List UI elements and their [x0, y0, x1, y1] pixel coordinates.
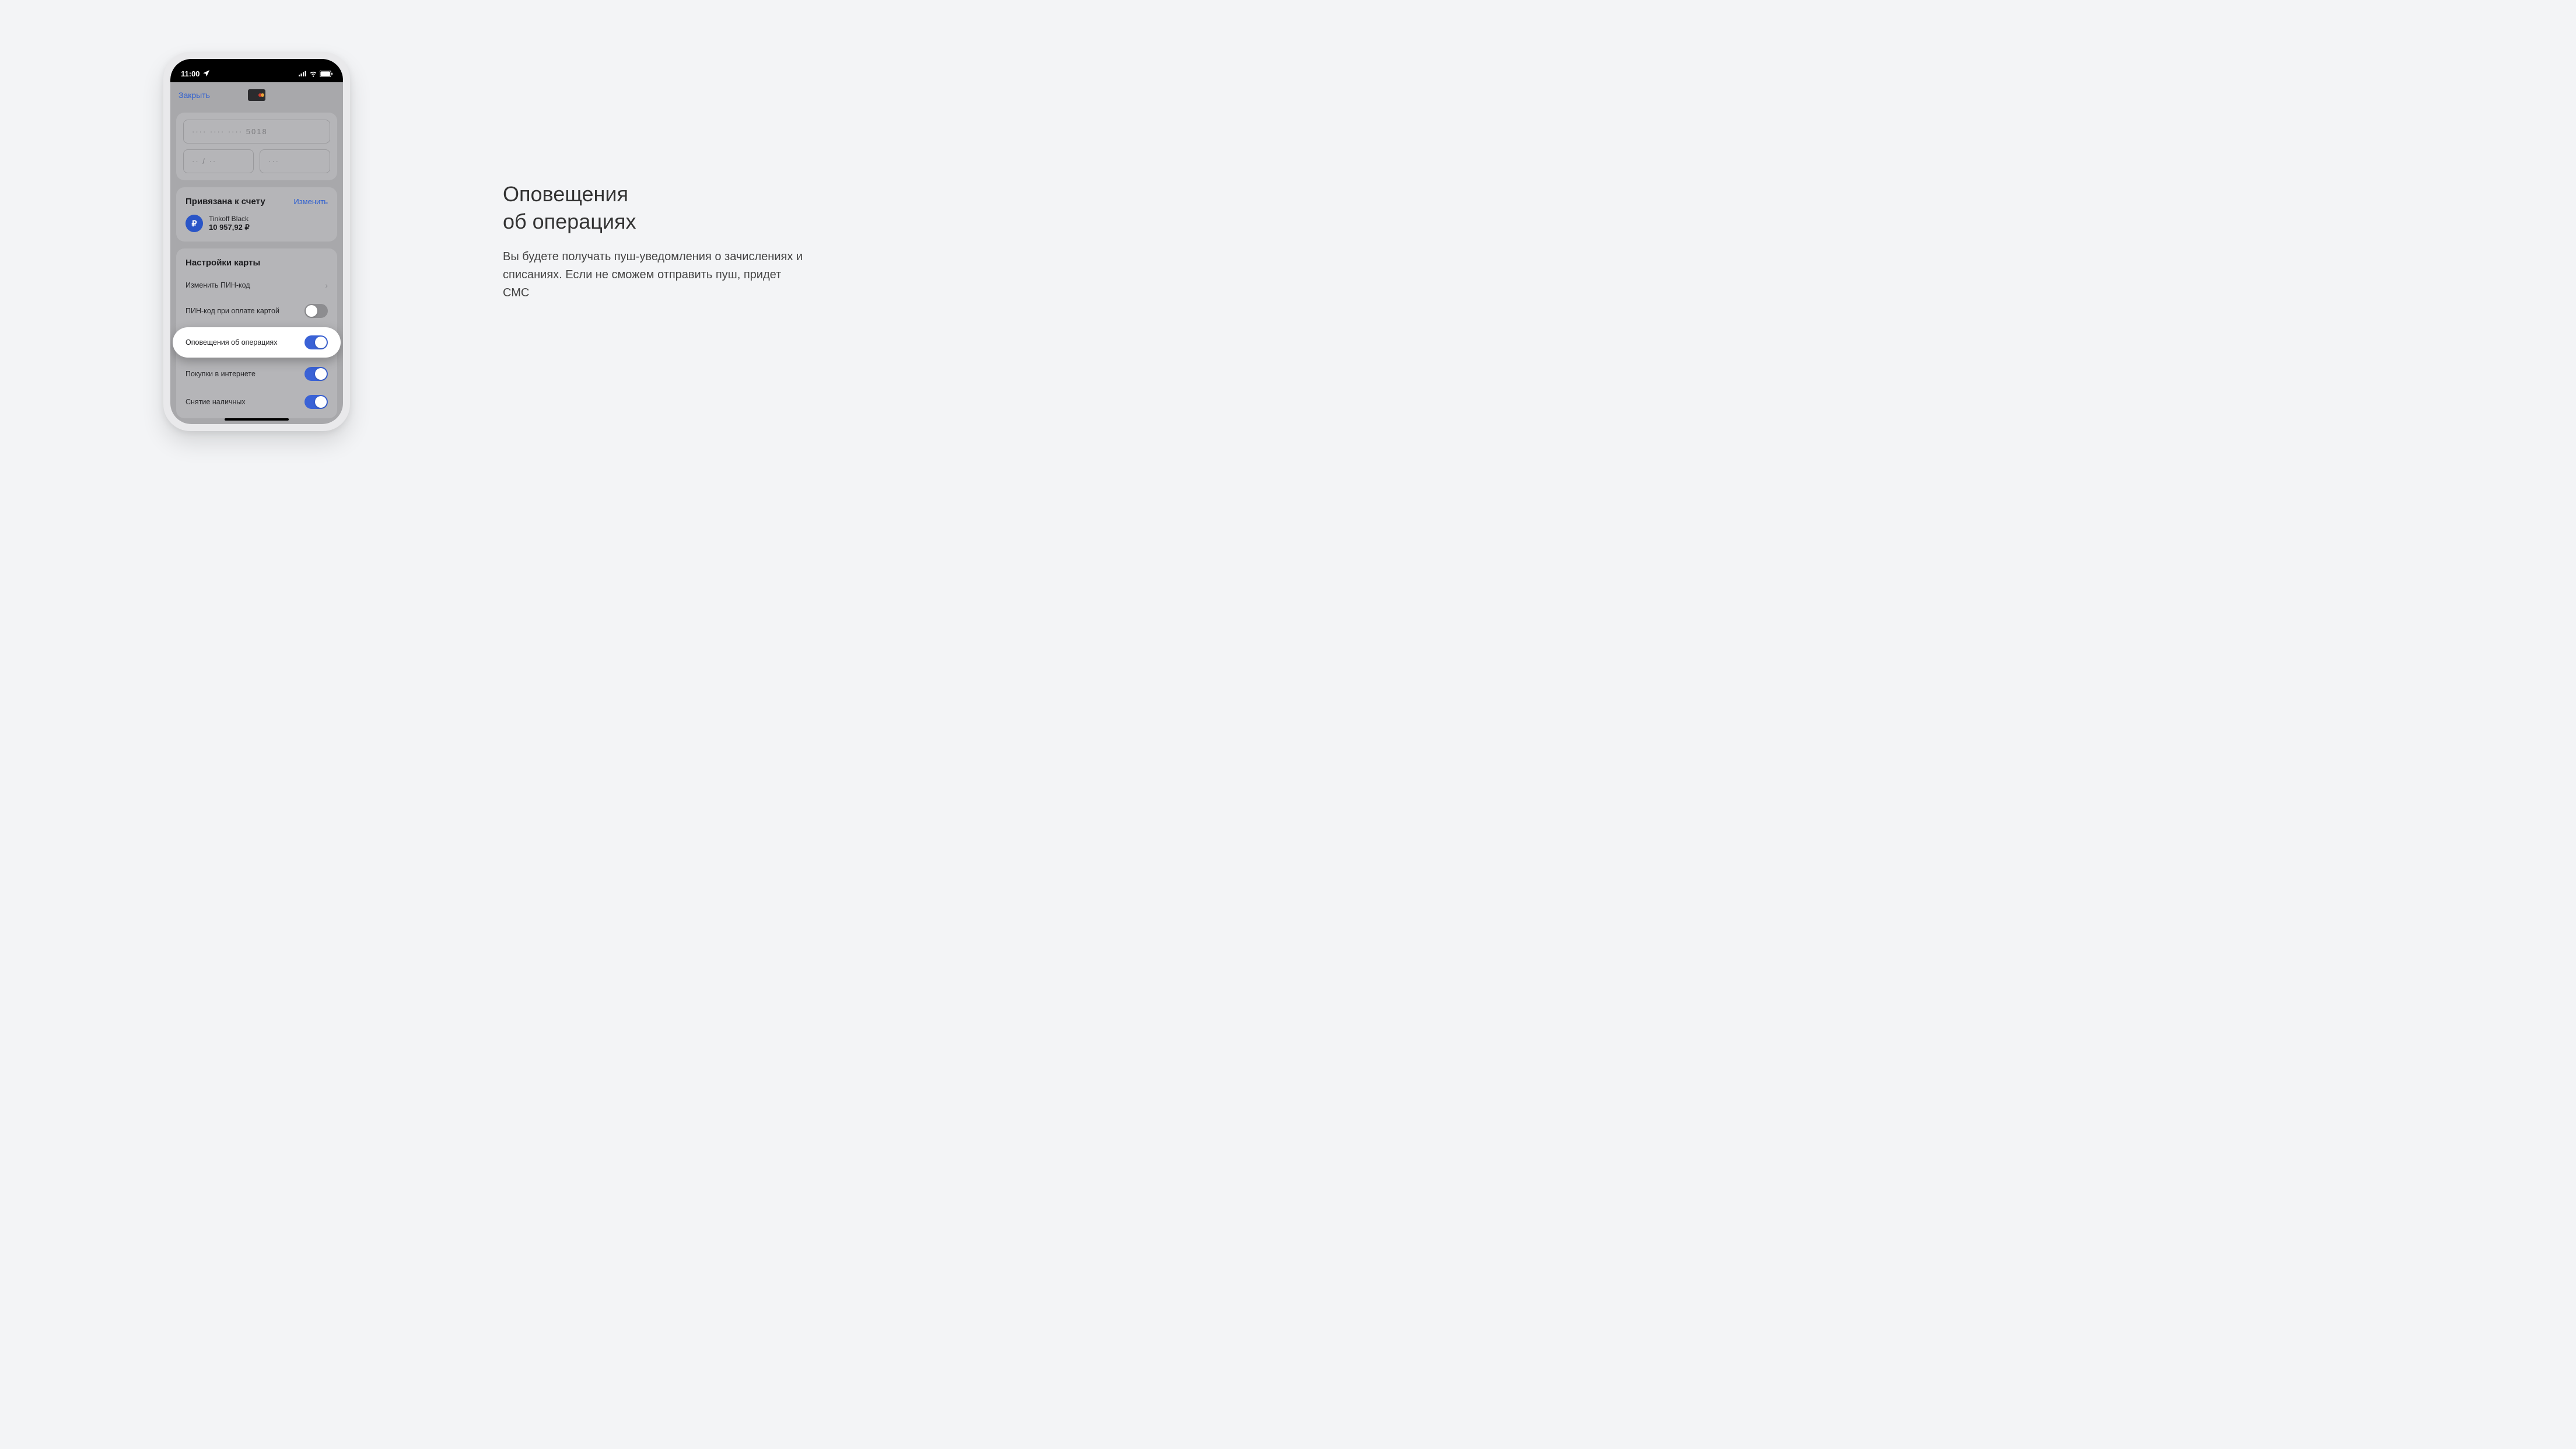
home-indicator[interactable]: [225, 418, 289, 421]
chevron-right-icon: ›: [325, 281, 328, 290]
change-pin-row[interactable]: Изменить ПИН-код ›: [176, 274, 337, 297]
cash-withdrawal-row[interactable]: Снятие наличных: [176, 388, 337, 416]
card-expiry-field[interactable]: ·· / ··: [183, 149, 254, 173]
online-purchases-row[interactable]: Покупки в интернете: [176, 360, 337, 388]
online-purchases-label: Покупки в интернете: [186, 370, 256, 378]
cash-withdrawal-label: Снятие наличных: [186, 398, 246, 406]
card-settings-title: Настройки карты: [176, 258, 337, 274]
account-name: Tinkoff Black: [209, 215, 250, 223]
transaction-notifications-row[interactable]: Оповещения об операциях: [173, 327, 341, 358]
info-body: Вы будете получать пуш-уведомления о зач…: [503, 248, 806, 302]
change-pin-label: Изменить ПИН-код: [186, 281, 250, 289]
pin-on-payment-label: ПИН-код при оплате картой: [186, 307, 279, 315]
transaction-notifications-label: Оповещения об операциях: [186, 338, 277, 346]
app-content: Закрыть ···· ···· ···· 5018 ·· / ·· ···: [170, 82, 343, 424]
content-scroll[interactable]: ···· ···· ···· 5018 ·· / ·· ··· Привязан…: [170, 108, 343, 424]
info-panel: Оповещения об операциях Вы будете получа…: [503, 181, 806, 303]
card-details-panel: ···· ···· ···· 5018 ·· / ·· ···: [176, 113, 337, 180]
linked-account-panel: Привязана к счету Изменить ₽ Tinkoff Bla…: [176, 187, 337, 242]
card-cvv-field[interactable]: ···: [260, 149, 330, 173]
pin-on-payment-row[interactable]: ПИН-код при оплате картой: [176, 297, 337, 325]
phone-device: 11:00 Закрыть ·: [163, 52, 350, 431]
online-purchases-toggle[interactable]: [304, 367, 328, 381]
phone-screen: 11:00 Закрыть ·: [170, 59, 343, 424]
status-time: 11:00: [181, 69, 200, 78]
mastercard-icon: [258, 93, 264, 97]
close-button[interactable]: Закрыть: [178, 90, 210, 100]
card-number-field[interactable]: ···· ···· ···· 5018: [183, 120, 330, 144]
location-icon: [202, 69, 211, 78]
phone-notch: [213, 59, 300, 75]
cash-withdrawal-toggle[interactable]: [304, 395, 328, 409]
card-settings-panel: Настройки карты Изменить ПИН-код › ПИН-к…: [176, 249, 337, 418]
app-header: Закрыть: [170, 82, 343, 108]
ruble-icon: ₽: [186, 215, 203, 232]
cellular-icon: [299, 69, 307, 78]
battery-icon: [320, 71, 332, 77]
pin-on-payment-toggle[interactable]: [304, 304, 328, 318]
card-thumbnail[interactable]: [248, 89, 265, 101]
transaction-notifications-toggle[interactable]: [304, 335, 328, 349]
wifi-icon: [309, 69, 317, 78]
linked-account-title: Привязана к счету: [186, 197, 265, 206]
info-heading: Оповещения об операциях: [503, 181, 806, 236]
change-account-button[interactable]: Изменить: [293, 197, 328, 206]
account-balance: 10 957,92 ₽: [209, 223, 250, 232]
account-row[interactable]: ₽ Tinkoff Black 10 957,92 ₽: [186, 215, 328, 232]
